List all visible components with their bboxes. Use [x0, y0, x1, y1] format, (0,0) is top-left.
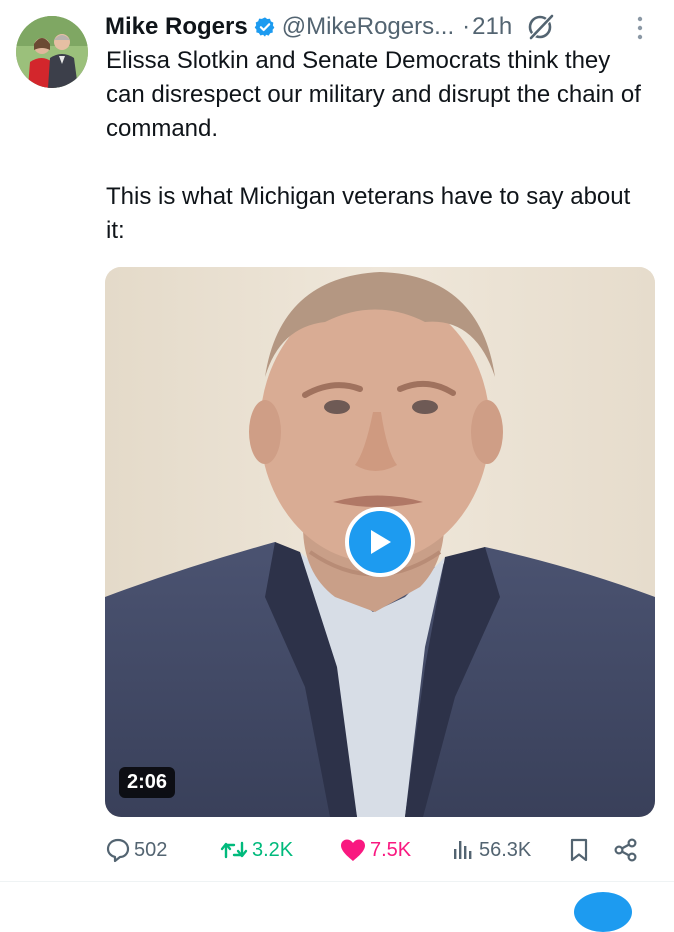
tweet-text-paragraph: Elissa Slotkin and Senate Democrats thin…: [106, 47, 641, 142]
reply-button[interactable]: 502: [105, 832, 167, 868]
avatar-photo: [16, 16, 88, 88]
timestamp[interactable]: 21h: [472, 13, 512, 41]
repost-button[interactable]: 3.2K: [219, 832, 293, 868]
reply-icon: [106, 838, 130, 863]
repost-icon: [220, 841, 248, 859]
play-icon: [371, 530, 391, 554]
play-button[interactable]: [345, 507, 415, 577]
grok-icon[interactable]: [526, 12, 556, 42]
bookmark-icon: [570, 838, 588, 862]
avatar[interactable]: [16, 16, 88, 88]
share-icon: [614, 838, 637, 862]
views-button[interactable]: 56.3K: [450, 832, 531, 868]
bookmark-button[interactable]: [567, 832, 591, 868]
repost-count: 3.2K: [252, 838, 294, 861]
share-button[interactable]: [613, 832, 639, 868]
reply-count: 502: [134, 838, 168, 861]
like-button[interactable]: 7.5K: [339, 832, 411, 868]
like-count: 7.5K: [370, 838, 412, 861]
tweet-header: Mike Rogers @MikeRogers... · 21h: [105, 10, 556, 44]
author-handle[interactable]: @MikeRogers...: [282, 13, 454, 41]
tweet-actions-bar: 502 3.2K 7.5K 56.3K: [105, 832, 655, 868]
tweet-divider: [0, 881, 674, 882]
tweet-text: Elissa Slotkin and Senate Democrats thin…: [106, 44, 654, 248]
tweet-text-paragraph: This is what Michigan veterans have to s…: [106, 183, 631, 244]
more-vertical-icon[interactable]: [630, 14, 650, 42]
separator-dot: ·: [462, 13, 471, 40]
heart-icon: [341, 839, 365, 861]
video-duration-badge: 2:06: [119, 767, 176, 798]
views-count: 56.3K: [479, 838, 532, 861]
video-player[interactable]: 2:06: [105, 267, 655, 817]
views-icon: [454, 841, 472, 859]
compose-fab[interactable]: [574, 892, 632, 932]
tweet[interactable]: Mike Rogers @MikeRogers... · 21h Elissa …: [0, 0, 674, 880]
verified-badge-icon: [254, 17, 275, 37]
author-name[interactable]: Mike Rogers: [105, 13, 248, 41]
